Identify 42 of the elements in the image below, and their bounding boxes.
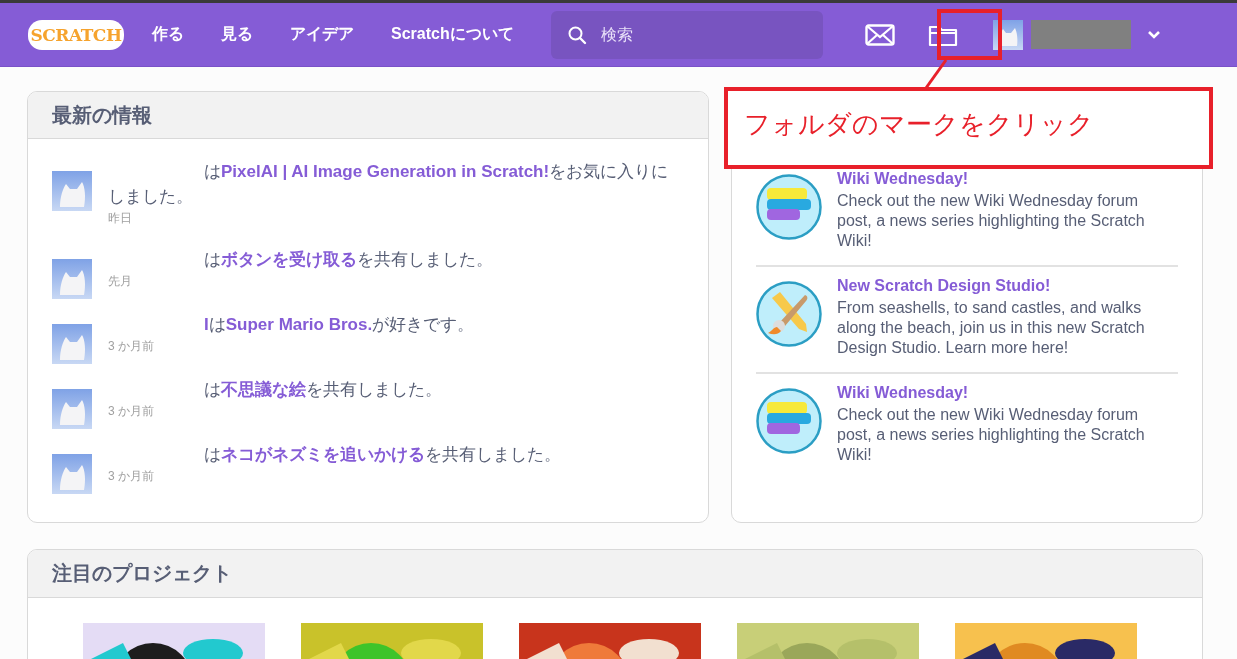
timestamp: 3 か月前 <box>108 403 155 420</box>
project-link[interactable]: ネコがネズミを追いかける <box>221 445 425 464</box>
project-link[interactable]: PixelAI | AI Image Generation in Scratch! <box>221 162 550 181</box>
brush-and-pencil-icon <box>756 281 822 347</box>
timestamp: 3 か月前 <box>108 338 155 355</box>
search-field[interactable]: 検索 <box>550 10 823 59</box>
user-avatar-icon[interactable] <box>52 454 92 494</box>
project-link[interactable]: Super Mario Bros. <box>225 315 373 334</box>
user-avatar-icon[interactable] <box>52 259 92 299</box>
nav-link[interactable]: 見る <box>221 24 253 45</box>
timestamp: 先月 <box>108 273 133 290</box>
news-title-link[interactable]: New Scratch Design Studio! <box>837 277 1172 295</box>
news-title-link[interactable]: Wiki Wednesday! <box>837 384 1172 402</box>
user-avatar-icon[interactable] <box>52 324 92 364</box>
nav-link[interactable]: Scratchについて <box>391 24 514 45</box>
user-avatar-icon[interactable] <box>52 171 92 211</box>
user-avatar-icon[interactable] <box>52 389 92 429</box>
activity-text: はPixelAI | AI Image Generation in Scratch!をお気に入りにしました。 <box>108 161 670 208</box>
card-title: 注目のプロジェクト <box>28 550 1202 598</box>
project-link[interactable]: I <box>204 315 209 334</box>
blocks-icon <box>756 174 822 240</box>
blocks-icon <box>756 388 822 454</box>
project-link[interactable]: 不思議な絵 <box>221 380 306 399</box>
activity-text: IはSuper Mario Bros.が好きです。 <box>203 314 476 336</box>
news-description: Check out the new Wiki Wednesday forum post, a news series highlighting the Scratch Wiki! <box>837 405 1146 465</box>
mail-icon[interactable] <box>864 23 895 46</box>
callout-text: フォルダのマークをクリック <box>744 109 1094 139</box>
news-title-link[interactable]: Wiki Wednesday! <box>837 170 1172 188</box>
nav-link[interactable]: アイデア <box>290 24 354 45</box>
activity-text: はボタンを受け取る を共有しました。 <box>203 249 494 271</box>
timestamp: 3 か月前 <box>108 468 155 485</box>
highlight-box <box>937 9 1002 60</box>
news-description: From seashells, to sand castles, and walks along the beach, join us in this new Scratch Design Studio. Learn more here! <box>837 298 1146 358</box>
news-description: Check out the new Wiki Wednesday forum post, a news series highlighting the Scratch Wiki! <box>837 191 1146 251</box>
timestamp: 昨日 <box>108 210 133 227</box>
search-icon <box>566 24 587 45</box>
activity-text: はネコがネズミを追いかける を共有しました。 <box>203 444 562 466</box>
caret-icon[interactable] <box>1146 29 1161 40</box>
nav-link[interactable]: 作る <box>152 24 184 45</box>
project-link[interactable]: ボタンを受け取る <box>221 250 357 269</box>
activity-text: は不思議な絵を共有しました。 <box>203 379 443 401</box>
card-title: 最新の情報 <box>28 92 708 139</box>
